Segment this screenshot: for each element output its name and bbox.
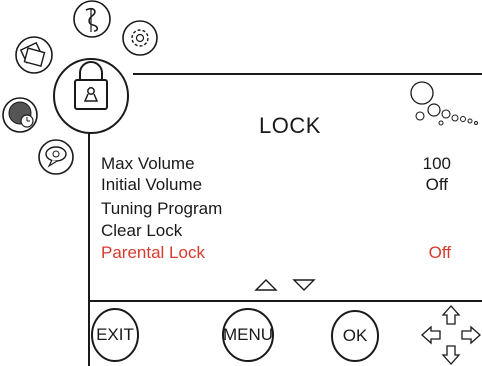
menu-value-initial-volume: Off: [425, 175, 448, 194]
triangle-down-icon[interactable]: [292, 278, 316, 292]
page-title: LOCK: [259, 113, 321, 138]
menu-value-max-volume: 100: [422, 154, 451, 173]
menu-item-clear-lock[interactable]: Clear Lock: [101, 221, 182, 241]
exit-button[interactable]: EXIT: [92, 325, 138, 345]
menu-item-tuning-program[interactable]: Tuning Program: [101, 199, 222, 219]
menu-value-parental-lock: Off: [428, 243, 451, 262]
menu-item-max-volume[interactable]: Max Volume: [101, 154, 195, 174]
four-way-arrows-icon[interactable]: [421, 305, 481, 365]
gear-icon[interactable]: [122, 20, 158, 56]
ok-button[interactable]: OK: [332, 326, 378, 346]
triangle-up-icon[interactable]: [254, 278, 278, 292]
menu-item-initial-volume[interactable]: Initial Volume: [101, 175, 202, 195]
picture-icon[interactable]: [15, 36, 53, 74]
menu-item-parental-lock[interactable]: Parental Lock: [101, 243, 205, 263]
music-note-icon[interactable]: [73, 0, 111, 38]
speech-bubble-icon[interactable]: [38, 139, 74, 175]
menu-button[interactable]: MENU: [222, 325, 274, 345]
